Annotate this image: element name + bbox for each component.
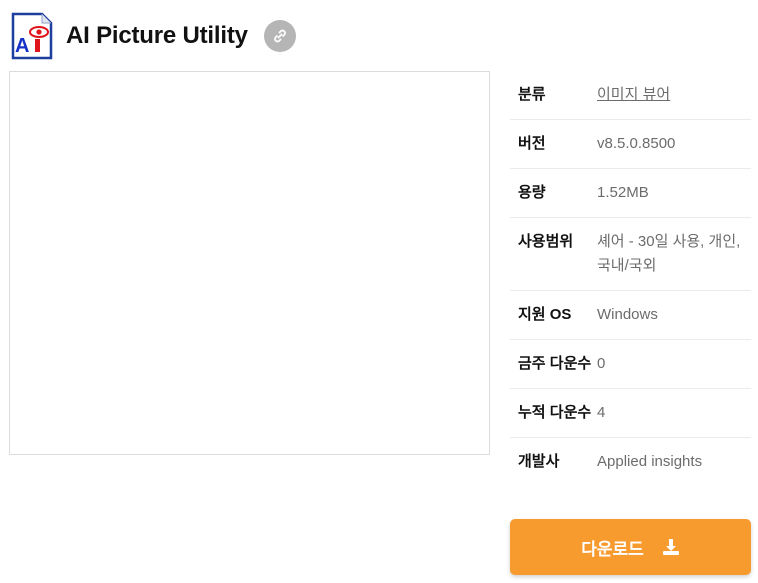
info-label: 분류 (518, 86, 546, 103)
info-value: 0 (597, 355, 606, 372)
svg-text:A: A (15, 35, 29, 57)
app-header: A AI Picture Utility (10, 12, 296, 60)
info-label: 개발사 (518, 453, 560, 470)
info-label: 지원 OS (518, 306, 572, 323)
info-value: v8.5.0.8500 (597, 135, 676, 152)
info-row-total-downloads: 누적 다운수 4 (510, 389, 751, 438)
info-value: Applied insights (597, 453, 703, 470)
category-link[interactable]: 이미지 뷰어 (597, 86, 670, 103)
info-label: 용량 (518, 184, 546, 201)
screenshot-preview (9, 71, 490, 455)
download-button[interactable]: 다운로드 (510, 519, 751, 575)
link-icon (273, 29, 286, 43)
info-table: 분류 이미지 뷰어 버전 v8.5.0.8500 용량 1.52MB 사용범위 … (510, 71, 751, 486)
info-label: 누적 다운수 (518, 404, 592, 421)
info-value: 1.52MB (597, 184, 649, 201)
info-row-developer: 개발사 Applied insights (510, 438, 751, 486)
info-label: 금주 다운수 (518, 355, 592, 372)
info-row-version: 버전 v8.5.0.8500 (510, 120, 751, 169)
info-label: 버전 (518, 135, 546, 152)
info-row-license: 사용범위 셰어 - 30일 사용, 개인, 국내/국외 (510, 218, 751, 291)
ai-picture-utility-icon: A (10, 12, 54, 60)
info-row-size: 용량 1.52MB (510, 169, 751, 218)
info-row-os: 지원 OS Windows (510, 291, 751, 340)
info-value: 4 (597, 404, 606, 421)
copy-link-button[interactable] (263, 20, 296, 52)
info-row-weekly-downloads: 금주 다운수 0 (510, 340, 751, 389)
info-value: 셰어 - 30일 사용, 개인, 국내/국외 (597, 233, 741, 274)
info-row-category: 분류 이미지 뷰어 (510, 71, 751, 120)
download-label: 다운로드 (581, 539, 644, 559)
info-label: 사용범위 (518, 233, 574, 250)
app-title: AI Picture Utility (66, 22, 248, 49)
download-icon (662, 538, 680, 556)
info-value: Windows (597, 306, 658, 323)
